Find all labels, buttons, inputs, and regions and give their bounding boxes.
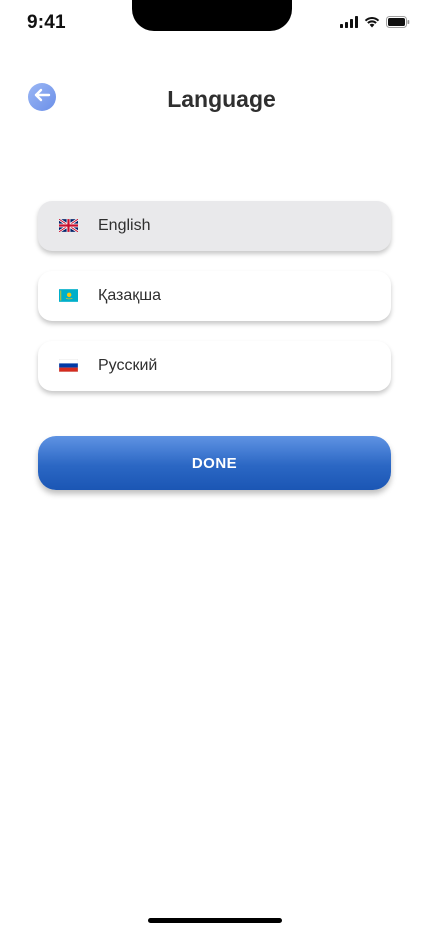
language-option-english[interactable]: English — [38, 201, 391, 251]
wifi-icon — [364, 16, 380, 28]
language-label: English — [98, 217, 151, 234]
status-bar: 9:41 — [0, 0, 430, 48]
kazakhstan-flag-icon — [59, 289, 78, 302]
done-button-label: DONE — [191, 454, 238, 472]
language-option-russian[interactable]: Русский — [38, 341, 391, 391]
home-indicator[interactable] — [148, 918, 282, 923]
page-title: Language — [167, 86, 276, 112]
language-label: Русский — [98, 357, 158, 374]
status-icons — [340, 16, 410, 28]
cellular-signal-icon — [340, 16, 358, 28]
language-option-kazakh[interactable]: Қазақша — [38, 271, 391, 321]
uk-flag-icon — [58, 218, 79, 233]
language-list: English Қазақша Русский — [38, 201, 391, 411]
header: Language — [0, 78, 430, 124]
language-label: Қазақша — [98, 287, 162, 304]
done-button[interactable]: DONE — [38, 436, 391, 490]
device-notch — [132, 0, 292, 31]
status-time: 9:41 — [27, 12, 66, 33]
battery-icon — [386, 16, 410, 28]
russia-flag-icon — [58, 359, 79, 372]
